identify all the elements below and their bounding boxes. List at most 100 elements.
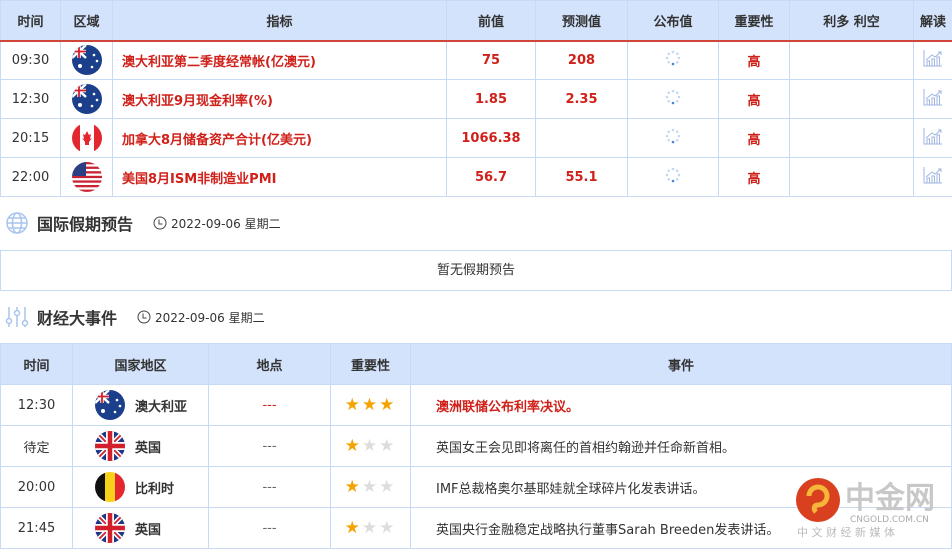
- indicator-name[interactable]: 美国8月ISM非制造业PMI: [112, 157, 447, 197]
- time: 12:30: [0, 79, 61, 119]
- events-title: 财经大事件: [37, 309, 118, 328]
- importance-stars: ★★★: [330, 466, 411, 508]
- indicator-name[interactable]: 澳大利亚第二季度经常帐(亿澳元): [112, 40, 447, 80]
- holiday-date-text: 2022-09-06 星期二: [171, 216, 281, 231]
- loading-spinner-icon: [665, 50, 681, 66]
- holiday-section-header: 国际假期预告 2022-09-06 星期二: [0, 196, 952, 250]
- region: [60, 157, 113, 197]
- flag-uk-icon: [95, 513, 125, 543]
- indicator-name[interactable]: 加拿大8月储备资产合计(亿美元): [112, 118, 447, 158]
- col-forecast: 预测值: [535, 0, 628, 42]
- svg-text:中 文 财 经 新 媒 体: 中 文 财 经 新 媒 体: [797, 525, 895, 539]
- analysis-chart-icon[interactable]: [923, 127, 943, 145]
- star-icon: ★: [361, 477, 380, 497]
- country-cell: 英国: [72, 507, 209, 549]
- clock-icon: [137, 310, 151, 324]
- country-name: 英国: [135, 440, 162, 456]
- previous-value: 56.7: [446, 157, 536, 197]
- events-section-header: 财经大事件 2022-09-06 星期二: [0, 290, 952, 344]
- flag-australia-icon: [71, 45, 102, 76]
- time: 20:00: [0, 466, 73, 508]
- forecast-value: 2.35: [535, 79, 628, 119]
- calendar-row[interactable]: 20:15 加拿大8月储备资产合计(亿美元) 1066.38 高: [0, 118, 952, 158]
- event-description: 英国女王会见即将离任的首相约翰逊并任命新首相。: [410, 425, 952, 467]
- loading-spinner-icon: [665, 167, 681, 183]
- importance-stars: ★★★: [330, 425, 411, 467]
- col-indicator: 指标: [112, 0, 447, 42]
- economic-calendar-table: 时间 区域 指标 前值 预测值 公布值 重要性 利多 利空 解读 09:30 澳大…: [0, 0, 952, 197]
- col-country: 国家地区: [72, 343, 209, 385]
- actual-value: [627, 40, 719, 80]
- time: 09:30: [0, 40, 61, 80]
- svg-text:CNGOLD.COM.CN: CNGOLD.COM.CN: [850, 515, 929, 525]
- country-name: 澳大利亚: [135, 399, 188, 415]
- analysis-chart-icon[interactable]: [923, 88, 943, 106]
- flag-belgium-icon: [95, 472, 125, 502]
- country-name: 比利时: [135, 481, 175, 497]
- place: ---: [208, 425, 331, 467]
- col-region: 区域: [60, 0, 113, 42]
- star-icon: ★: [379, 395, 397, 415]
- star-icon: ★: [361, 395, 380, 415]
- analysis[interactable]: [913, 157, 952, 197]
- holiday-date: 2022-09-06 星期二: [153, 215, 281, 232]
- col-previous: 前值: [446, 0, 536, 42]
- importance-stars: ★★★: [330, 507, 411, 549]
- globe-icon: [6, 212, 28, 234]
- previous-value: 75: [446, 40, 536, 80]
- col-importance: 重要性: [330, 343, 411, 385]
- time: 22:00: [0, 157, 61, 197]
- region: [60, 118, 113, 158]
- forecast-value: 208: [535, 40, 628, 80]
- impact: [789, 40, 914, 80]
- actual-value: [627, 79, 719, 119]
- country-cell: 英国: [72, 425, 209, 467]
- event-row: 12:30 澳大利亚 --- ★★★ 澳洲联储公布利率决议。: [0, 384, 952, 426]
- holiday-title: 国际假期预告: [37, 215, 134, 234]
- analysis-chart-icon[interactable]: [923, 166, 943, 184]
- flag-australia-icon: [95, 390, 125, 420]
- analysis[interactable]: [913, 40, 952, 80]
- place: ---: [208, 466, 331, 508]
- analysis[interactable]: [913, 118, 952, 158]
- country-name: 英国: [135, 522, 162, 538]
- holiday-empty-message: 暂无假期预告: [0, 250, 952, 291]
- importance-stars: ★★★: [330, 384, 411, 426]
- calendar-row[interactable]: 22:00 美国8月ISM非制造业PMI 56.7 55.1 高: [0, 157, 952, 197]
- flag-canada-icon: [71, 123, 102, 153]
- importance: 高: [718, 157, 790, 197]
- star-icon: ★: [361, 436, 380, 456]
- clock-icon: [153, 216, 167, 230]
- time: 21:45: [0, 507, 73, 549]
- col-event: 事件: [410, 343, 952, 385]
- actual-value: [627, 157, 719, 197]
- time: 待定: [0, 425, 73, 467]
- col-importance: 重要性: [718, 0, 790, 42]
- flag-usa-icon: [71, 162, 102, 192]
- time: 20:15: [0, 118, 61, 158]
- star-icon: ★: [379, 436, 397, 456]
- region: [60, 40, 113, 80]
- flag-australia-icon: [71, 84, 102, 114]
- importance: 高: [718, 79, 790, 119]
- impact: [789, 79, 914, 119]
- analysis-chart-icon[interactable]: [923, 49, 943, 67]
- star-icon: ★: [344, 518, 362, 538]
- events-date-text: 2022-09-06 星期二: [155, 310, 265, 325]
- calendar-row[interactable]: 12:30 澳大利亚9月现金利率(%) 1.85 2.35 高: [0, 79, 952, 119]
- actual-value: [627, 118, 719, 158]
- star-icon: ★: [344, 395, 362, 415]
- analysis[interactable]: [913, 79, 952, 119]
- time: 12:30: [0, 384, 73, 426]
- indicator-name[interactable]: 澳大利亚9月现金利率(%): [112, 79, 447, 119]
- calendar-row[interactable]: 09:30 澳大利亚第二季度经常帐(亿澳元) 75 208 高: [0, 40, 952, 80]
- country-cell: 比利时: [72, 466, 209, 508]
- col-place: 地点: [208, 343, 331, 385]
- col-time: 时间: [0, 0, 61, 42]
- event-description: 澳洲联储公布利率决议。: [410, 384, 952, 426]
- loading-spinner-icon: [665, 89, 681, 105]
- event-row: 待定 英国 --- ★★★ 英国女王会见即将离任的首相约翰逊并任命新首相。: [0, 425, 952, 467]
- forecast-value: [535, 118, 628, 158]
- loading-spinner-icon: [665, 128, 681, 144]
- svg-text:中金网: 中金网: [845, 481, 935, 516]
